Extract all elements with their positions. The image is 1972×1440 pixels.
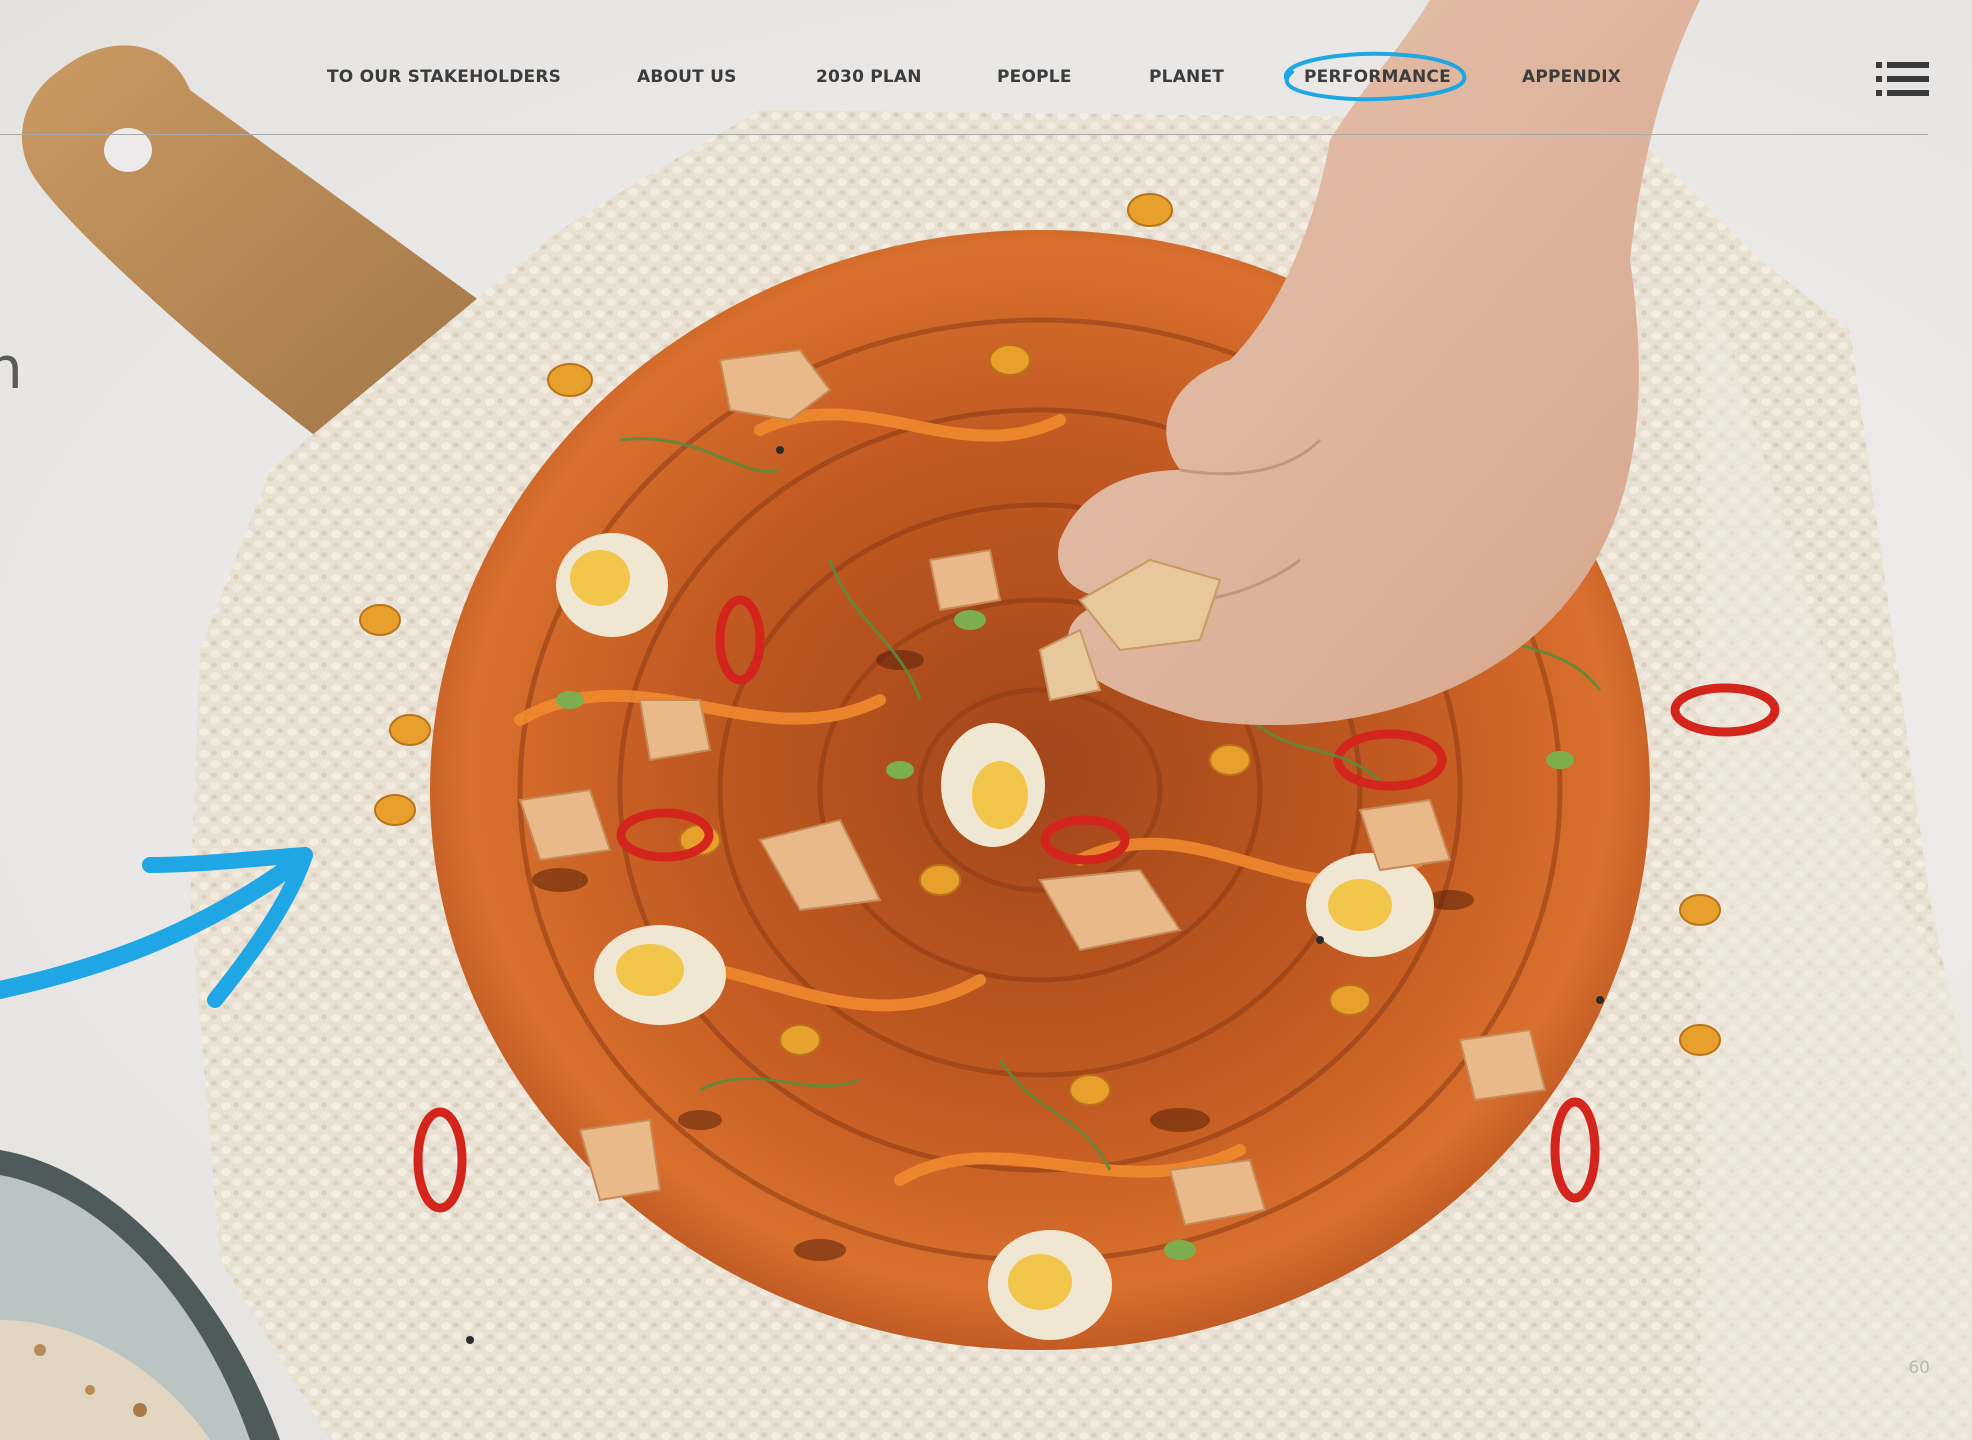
nav-item-appendix[interactable]: APPENDIX <box>1522 64 1621 90</box>
list-menu-icon <box>1876 62 1929 96</box>
decorative-arrow-icon <box>0 847 313 1008</box>
top-navigation: TO OUR STAKEHOLDERS ABOUT US 2030 PLAN P… <box>0 0 1972 136</box>
nav-divider <box>0 134 1928 135</box>
nav-item-performance[interactable]: PERFORMANCE <box>1304 64 1451 90</box>
report-page: n TO OUR STAKEHOLDERS ABOUT US 2030 PLAN… <box>0 0 1972 1440</box>
menu-button[interactable] <box>1876 60 1930 98</box>
nav-item-people[interactable]: PEOPLE <box>997 64 1072 90</box>
clipped-heading-fragment: n <box>0 334 23 402</box>
page-number: 60 <box>1908 1358 1930 1378</box>
nav-item-about-us[interactable]: ABOUT US <box>637 64 737 90</box>
nav-item-2030-plan[interactable]: 2030 PLAN <box>816 64 922 90</box>
nav-item-to-our-stakeholders[interactable]: TO OUR STAKEHOLDERS <box>327 64 561 90</box>
food-photo <box>0 0 1972 1440</box>
nav-item-planet[interactable]: PLANET <box>1149 64 1224 90</box>
